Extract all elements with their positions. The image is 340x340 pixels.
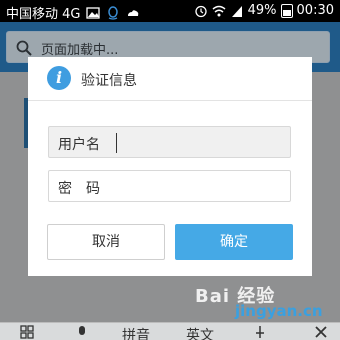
baidu-jingyan-watermark: Bai 经验 jingyan.cn <box>195 282 340 322</box>
cursor-move-icon[interactable] <box>254 325 266 339</box>
password-input[interactable] <box>107 173 287 199</box>
wifi-icon <box>212 5 226 16</box>
pinyin-button[interactable]: 拼音 <box>122 325 150 340</box>
status-left: 中国移动 4G <box>6 3 140 22</box>
status-right: 49% 00:30 <box>194 3 334 18</box>
cloud-icon <box>128 9 139 16</box>
username-input[interactable] <box>107 129 287 155</box>
watermark-line2: jingyan.cn <box>235 302 323 320</box>
dialog-header: i 验证信息 <box>28 57 312 101</box>
alarm-icon <box>194 5 207 17</box>
battery-icon <box>280 3 293 18</box>
keyboard-toolbar: 拼音 英文 <box>0 322 340 340</box>
info-icon: i <box>47 66 71 90</box>
clock: 00:30 <box>296 3 334 18</box>
grid-icon[interactable] <box>20 325 34 339</box>
password-field[interactable]: 密 码 <box>48 170 291 202</box>
cancel-button[interactable]: 取消 <box>47 224 165 260</box>
username-field[interactable]: 用户名 <box>48 126 291 158</box>
search-placeholder: 页面加载中... <box>41 43 119 58</box>
qq-icon <box>108 5 119 20</box>
carrier-text: 中国移动 4G <box>6 7 81 22</box>
microphone-icon[interactable] <box>76 325 88 339</box>
confirm-button[interactable]: 确定 <box>175 224 293 260</box>
username-label: 用户名 <box>58 137 100 153</box>
signal-icon <box>231 5 242 17</box>
battery-percent: 49% <box>247 3 277 18</box>
search-icon <box>16 40 32 56</box>
image-icon <box>86 6 101 19</box>
status-bar: 中国移动 4G 49% 00:30 <box>0 0 340 22</box>
password-label: 密 码 <box>58 181 100 197</box>
close-keyboard-icon[interactable] <box>314 325 328 339</box>
english-button[interactable]: 英文 <box>186 325 214 340</box>
dialog-title: 验证信息 <box>81 73 137 89</box>
